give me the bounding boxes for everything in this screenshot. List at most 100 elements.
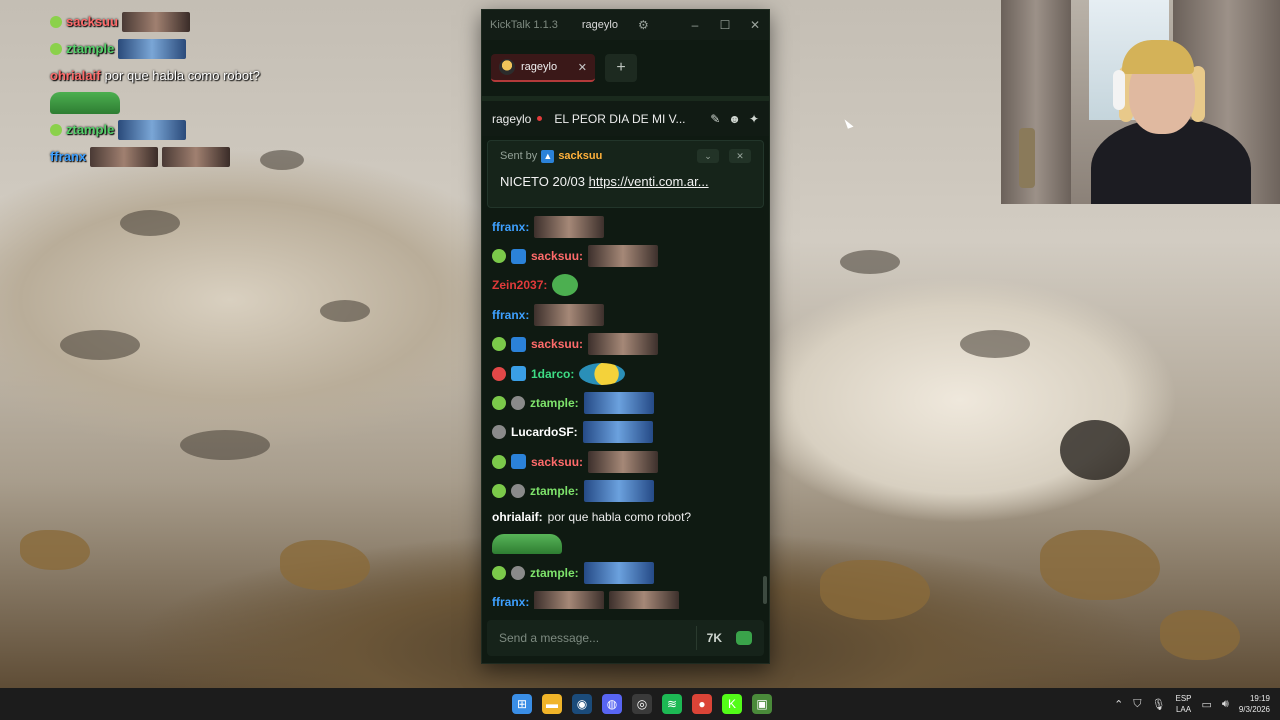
close-button[interactable]: ✕	[749, 18, 761, 32]
chat-username[interactable]: 1darco:	[531, 367, 574, 381]
shield-icon[interactable]: ⛉	[1133, 698, 1141, 711]
emote-image[interactable]	[534, 590, 605, 609]
chat-message[interactable]: sacksuu:	[492, 330, 759, 359]
chrome-icon[interactable]: ●	[692, 694, 712, 714]
emote-image[interactable]	[492, 533, 562, 554]
chat-username[interactable]: ohrialaif:	[492, 510, 543, 524]
file-explorer-icon[interactable]: ▬	[542, 694, 562, 714]
network-icon[interactable]: ▭	[1202, 698, 1212, 711]
cube-badge-icon[interactable]	[511, 366, 526, 382]
emote-image	[162, 146, 231, 167]
unpin-button[interactable]: ✕	[729, 149, 751, 163]
obs-icon[interactable]: ◎	[632, 694, 652, 714]
chevron-up-icon[interactable]: ⌃	[1114, 698, 1123, 711]
chat-message[interactable]: ffranx:	[492, 300, 759, 329]
chat-username[interactable]: sacksuu:	[531, 337, 583, 351]
chat-message[interactable]: ztample:	[492, 388, 759, 417]
subscriber-badge-icon[interactable]	[492, 249, 506, 264]
chat-message[interactable]: ffranx:	[492, 212, 759, 241]
chat-username[interactable]: ztample:	[530, 396, 579, 410]
emote-image[interactable]	[552, 274, 579, 297]
kick-emote-icon[interactable]: 7K	[707, 631, 722, 645]
pinned-text: NICETO 20/03	[500, 174, 589, 189]
title-bar[interactable]: KickTalk 1.1.3 rageylo ⚙ – ☐ ✕	[482, 10, 769, 40]
wand-icon[interactable]: ✎	[710, 112, 720, 126]
subscriber-badge-icon[interactable]	[492, 454, 506, 469]
chat-message[interactable]: LucardoSF:	[492, 418, 759, 447]
chat-message[interactable]: sacksuu:	[492, 447, 759, 476]
kicktalk-icon[interactable]: ▣	[752, 694, 772, 714]
message-input[interactable]	[499, 631, 686, 645]
tab-rageylo[interactable]: rageylo ✕	[491, 54, 595, 82]
volume-icon[interactable]: 🔊︎	[1222, 698, 1229, 711]
gear-icon[interactable]: ⚙	[638, 18, 649, 32]
chat-message[interactable]: 1darco:	[492, 359, 759, 388]
chat-messages[interactable]: ffranx: sacksuu: Zein2037: ffranx: sacksuu: 1…	[482, 212, 769, 609]
chat-username[interactable]: sacksuu:	[531, 455, 583, 469]
sub-badge-icon	[50, 15, 62, 28]
chat-username[interactable]: ztample:	[530, 484, 579, 498]
subscriber-badge-icon[interactable]	[492, 337, 506, 352]
emote-image[interactable]	[534, 303, 605, 326]
minimize-button[interactable]: –	[689, 18, 701, 32]
overlay-username: ffranx	[50, 149, 87, 164]
steam-icon[interactable]: ◉	[572, 694, 592, 714]
emote-image[interactable]	[588, 333, 659, 356]
emote-image[interactable]	[583, 480, 654, 503]
channel-name: rageylo	[492, 111, 532, 126]
chat-username[interactable]: ffranx:	[492, 595, 529, 609]
emote-image[interactable]	[583, 561, 654, 584]
close-tab-icon[interactable]: ✕	[578, 61, 587, 74]
chat-scrollbar[interactable]	[763, 576, 767, 604]
kick-icon[interactable]: K	[722, 694, 742, 714]
chat-username[interactable]: ffranx:	[492, 308, 529, 322]
chat-message[interactable]: Zein2037:	[492, 271, 759, 300]
emote-image[interactable]	[609, 590, 680, 609]
kick-badge-icon[interactable]	[511, 248, 526, 264]
subscriber-badge-icon[interactable]	[492, 396, 506, 411]
spotify-icon[interactable]: ≋	[662, 694, 682, 714]
pinned-link[interactable]: https://venti.com.ar...	[589, 174, 709, 189]
chat-message[interactable]: ztample:	[492, 477, 759, 506]
tab-label: rageylo	[521, 61, 558, 73]
pin-icon[interactable]: ✦	[749, 112, 759, 126]
chat-username[interactable]: LucardoSF:	[511, 425, 578, 439]
discord-icon[interactable]: ◍	[602, 694, 622, 714]
chat-username[interactable]: sacksuu:	[531, 249, 583, 263]
language-indicator[interactable]: ESP LAA	[1176, 693, 1192, 715]
pinned-message: Sent by ▲ sacksuu ⌄ ✕ NICETO 20/03 https…	[487, 140, 764, 208]
moderator-badge-icon[interactable]	[511, 565, 525, 580]
user-icon[interactable]: ☻	[728, 112, 741, 126]
chat-username[interactable]: ztample:	[530, 566, 579, 580]
emote-image	[50, 91, 120, 114]
maximize-button[interactable]: ☐	[719, 18, 731, 32]
chat-message[interactable]: ztample:	[492, 558, 759, 587]
emote-image[interactable]	[582, 421, 653, 444]
clock[interactable]: 19:19 9/3/2026	[1239, 693, 1270, 715]
emote-image[interactable]	[534, 215, 605, 238]
moderator-badge-icon[interactable]	[492, 425, 506, 440]
add-tab-button[interactable]: +	[605, 54, 637, 82]
chat-username[interactable]: Zein2037:	[492, 278, 547, 292]
emote-image[interactable]	[588, 245, 659, 268]
kick-badge-icon[interactable]	[511, 454, 526, 470]
emote-image[interactable]	[588, 450, 659, 473]
overlay-chat-row: ztample	[50, 35, 330, 62]
microphone-icon[interactable]: 🎙︎	[1152, 698, 1166, 711]
windows-start-icon[interactable]: ⊞	[512, 694, 532, 714]
chat-username[interactable]: ffranx:	[492, 220, 529, 234]
expand-pin-button[interactable]: ⌄	[697, 149, 719, 163]
kick-badge-icon[interactable]	[511, 336, 526, 352]
pinned-author[interactable]: sacksuu	[558, 150, 602, 162]
og-badge-icon[interactable]	[492, 366, 506, 381]
chat-message[interactable]: ffranx:	[492, 587, 759, 609]
chat-message[interactable]: ohrialaif: por que habla como robot?	[492, 506, 759, 558]
emote-image[interactable]	[579, 362, 626, 385]
moderator-badge-icon[interactable]	[511, 484, 525, 499]
emote-image[interactable]	[583, 392, 654, 415]
moderator-badge-icon[interactable]	[511, 396, 525, 411]
subscriber-badge-icon[interactable]	[492, 484, 506, 499]
emote-picker-icon[interactable]	[736, 631, 752, 645]
subscriber-badge-icon[interactable]	[492, 565, 506, 580]
chat-message[interactable]: sacksuu:	[492, 241, 759, 270]
